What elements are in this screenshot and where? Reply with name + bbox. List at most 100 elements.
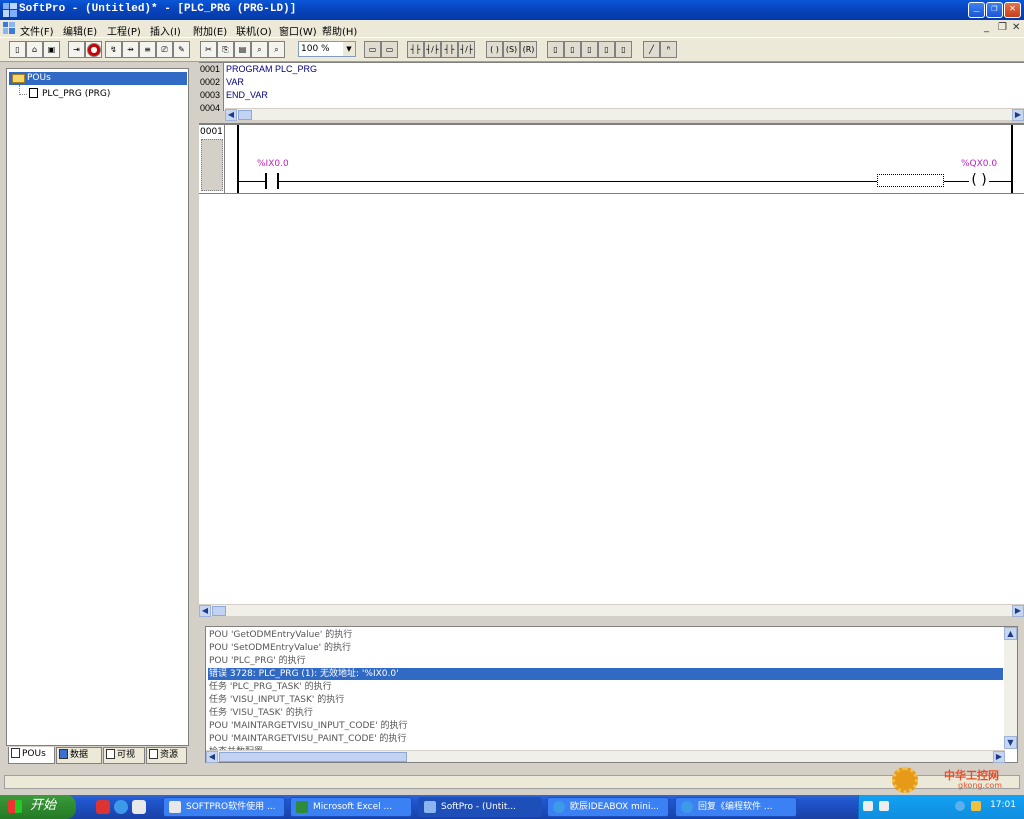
message-line[interactable]: POU 'MAINTARGETVISU_PAINT_CODE' 的执行 <box>208 733 1003 745</box>
open-folder-icon[interactable]: ⌂ <box>26 41 43 58</box>
scroll-right-icon[interactable]: ▶ <box>1012 605 1024 617</box>
maximize-button[interactable]: ❐ <box>986 2 1003 18</box>
message-line[interactable]: 任务 'VISU_INPUT_TASK' 的执行 <box>208 694 1003 706</box>
coil-icon[interactable]: ( ) <box>486 41 503 58</box>
message-line[interactable]: POU 'SetODMEntryValue' 的执行 <box>208 642 1003 654</box>
breakpoint-icon[interactable]: ≡ <box>139 41 156 58</box>
tab-visualization[interactable]: 可视 <box>103 747 145 764</box>
tree-root-label: POUs <box>27 73 51 83</box>
zoom-select[interactable]: 100 % ▼ <box>298 41 356 57</box>
jump-icon[interactable]: ▯ <box>598 41 615 58</box>
tree-item-plc-prg[interactable]: PLC_PRG (PRG) <box>29 88 110 99</box>
contact-icon[interactable]: ┤├ <box>407 41 424 58</box>
parallel-negated-contact-icon[interactable]: ┤/├ <box>458 41 475 58</box>
scroll-thumb[interactable] <box>212 606 226 616</box>
timer-icon[interactable]: ▯ <box>564 41 581 58</box>
reset-coil-icon[interactable]: (R) <box>520 41 537 58</box>
start-button[interactable]: 开始 <box>0 795 76 819</box>
scroll-left-icon[interactable]: ◀ <box>199 605 211 617</box>
mdi-close-button[interactable]: ✕ <box>1012 22 1020 33</box>
taskbar-button-softpro-doc[interactable]: SOFTPRO软件使用 ... <box>163 797 285 817</box>
help-icon[interactable] <box>879 801 889 811</box>
mdi-restore-button[interactable]: ❐ <box>998 22 1007 33</box>
run-icon[interactable]: ↯ <box>105 41 122 58</box>
insertion-cursor-box[interactable] <box>877 174 944 187</box>
label-icon[interactable]: ᴿ <box>660 41 677 58</box>
contact-variable-label[interactable]: %IX0.0 <box>257 159 289 169</box>
copy-icon[interactable]: ⎘ <box>217 41 234 58</box>
menu-online[interactable]: 联机(O) <box>236 23 272 38</box>
message-line-selected[interactable]: 错误 3728: PLC_PRG (1): 无效地址: '%IX0.0' <box>208 668 1003 680</box>
scroll-thumb[interactable] <box>219 752 407 762</box>
taskbar-button-browser-2[interactable]: 回复《编程软件 ... <box>675 797 797 817</box>
internet-explorer-icon[interactable] <box>114 800 128 814</box>
save-icon[interactable]: ▣ <box>43 41 60 58</box>
single-cycle-icon[interactable]: ⎚ <box>156 41 173 58</box>
new-file-icon[interactable]: ▯ <box>9 41 26 58</box>
cut-icon[interactable]: ✂ <box>200 41 217 58</box>
mdi-minimize-button[interactable]: _ <box>984 22 989 33</box>
find-next-icon[interactable]: ⌕ <box>268 41 285 58</box>
message-line[interactable]: 任务 'PLC_PRG_TASK' 的执行 <box>208 681 1003 693</box>
taskbar-button-excel[interactable]: Microsoft Excel ... <box>290 797 412 817</box>
scroll-down-icon[interactable]: ▼ <box>1004 736 1017 749</box>
menu-window[interactable]: 窗口(W) <box>279 23 317 38</box>
minimize-button[interactable]: _ <box>968 2 985 18</box>
message-line[interactable]: POU 'GetODMEntryValue' 的执行 <box>208 629 1003 641</box>
parallel-contact-icon[interactable]: ┤├ <box>441 41 458 58</box>
menu-file[interactable]: 文件(F) <box>20 23 54 38</box>
taskbar-button-softpro[interactable]: SoftPro - (Untit... <box>418 797 542 817</box>
comment-icon[interactable]: ╱ <box>643 41 660 58</box>
rung-selection-area[interactable] <box>201 139 223 191</box>
user-icon[interactable] <box>971 801 981 811</box>
tab-pous[interactable]: POUs <box>8 747 55 764</box>
stop-icon[interactable]: ● <box>87 43 101 57</box>
step-icon[interactable]: ⇸ <box>122 41 139 58</box>
message-line[interactable]: POU 'PLC_PRG' 的执行 <box>208 655 1003 667</box>
menu-help[interactable]: 帮助(H) <box>322 23 357 38</box>
paste-icon[interactable]: ▤ <box>234 41 251 58</box>
new-network-after-icon[interactable]: ▭ <box>381 41 398 58</box>
coil-element[interactable]: ( ) <box>969 173 989 189</box>
quicklaunch-app-icon[interactable] <box>96 800 110 814</box>
ladder-hscrollbar[interactable]: ◀ ▶ <box>199 604 1024 617</box>
taskbar-button-browser-1[interactable]: 欧辰IDEABOX mini... <box>547 797 669 817</box>
tab-data[interactable]: 数据 <box>56 747 102 764</box>
message-line[interactable]: POU 'MAINTARGETVISU_INPUT_CODE' 的执行 <box>208 720 1003 732</box>
close-button[interactable]: ✕ <box>1004 2 1021 18</box>
chevron-down-icon[interactable]: ▼ <box>343 42 355 56</box>
scroll-right-icon[interactable]: ▶ <box>1012 109 1024 121</box>
negated-contact-icon[interactable]: ┤/├ <box>424 41 441 58</box>
tab-resources[interactable]: 资源 <box>146 747 187 764</box>
network-icon[interactable] <box>955 801 965 811</box>
new-network-before-icon[interactable]: ▭ <box>364 41 381 58</box>
set-coil-icon[interactable]: (S) <box>503 41 520 58</box>
message-vscrollbar[interactable]: ▲ ▼ <box>1004 627 1017 749</box>
message-line[interactable]: 任务 'VISU_TASK' 的执行 <box>208 707 1003 719</box>
menu-extras[interactable]: 附加(E) <box>193 23 227 38</box>
menu-project[interactable]: 工程(P) <box>107 23 141 38</box>
coil-variable-label[interactable]: %QX0.0 <box>961 159 997 169</box>
scroll-thumb[interactable] <box>238 110 252 120</box>
keyboard-icon[interactable] <box>863 801 873 811</box>
menu-edit[interactable]: 编辑(E) <box>63 23 97 38</box>
scroll-left-icon[interactable]: ◀ <box>225 109 237 121</box>
scroll-right-icon[interactable]: ▶ <box>993 751 1005 763</box>
scroll-up-icon[interactable]: ▲ <box>1004 627 1017 640</box>
return-icon[interactable]: ▯ <box>615 41 632 58</box>
tree-root-pous[interactable]: POUs <box>9 72 187 85</box>
declaration-hscrollbar[interactable]: ◀ ▶ <box>225 108 1024 121</box>
declaration-editor[interactable]: 0001 PROGRAM PLC_PRG 0002 VAR 0003 END_VAR … <box>199 62 1024 111</box>
show-desktop-icon[interactable] <box>132 800 146 814</box>
function-block-icon[interactable]: ▯ <box>547 41 564 58</box>
contact-element[interactable] <box>265 173 279 189</box>
ladder-editor[interactable]: 0001 %IX0.0 %QX0.0 ( ) <box>199 123 1024 604</box>
login-icon[interactable]: ⇥ <box>68 41 85 58</box>
message-hscrollbar[interactable]: ◀ ▶ <box>206 750 1005 763</box>
menu-insert[interactable]: 插入(I) <box>150 23 181 38</box>
menu-bar: 文件(F) 编辑(E) 工程(P) 插入(I) 附加(E) 联机(O) 窗口(W… <box>0 20 1024 38</box>
find-icon[interactable]: ⌕ <box>251 41 268 58</box>
scroll-left-icon[interactable]: ◀ <box>206 751 218 763</box>
write-values-icon[interactable]: ✎ <box>173 41 190 58</box>
counter-icon[interactable]: ▯ <box>581 41 598 58</box>
